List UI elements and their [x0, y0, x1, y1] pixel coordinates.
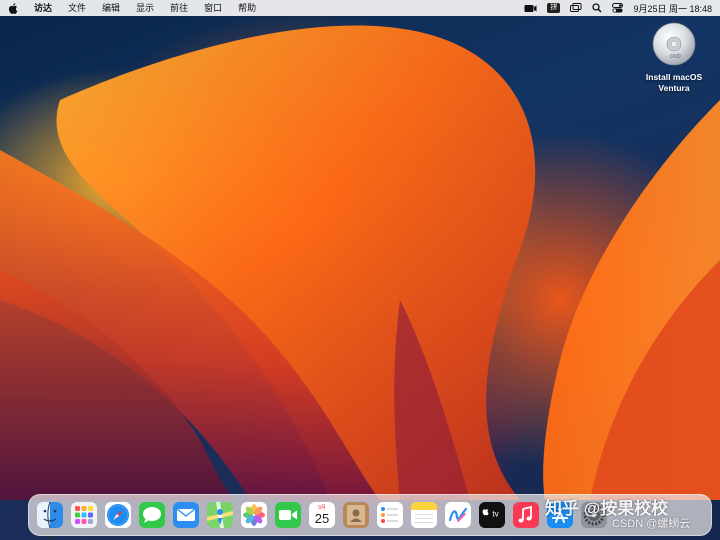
menu-help[interactable]: 帮助 [230, 0, 264, 16]
install-macos-ventura-disk[interactable]: DVD Install macOS Ventura [636, 22, 712, 94]
finder-running-indicator [49, 536, 52, 539]
dvd-disc-text: DVD [670, 54, 681, 60]
dock-music[interactable] [510, 499, 542, 531]
search-icon[interactable] [592, 3, 602, 13]
menu-window[interactable]: 窗口 [196, 0, 230, 16]
notes-icon [411, 502, 437, 528]
calendar-icon: 9月 25 [309, 502, 335, 528]
installer-label-line1: Install macOS [645, 72, 703, 82]
dock-photos[interactable] [238, 499, 270, 531]
menu-edit[interactable]: 编辑 [94, 0, 128, 16]
messages-icon [139, 502, 165, 528]
dock-messages[interactable] [136, 499, 168, 531]
menu-bar: 访达 文件 编辑 显示 前往 窗口 帮助 拼 9月25日 周一 18:48 [0, 0, 720, 16]
mail-icon [173, 502, 199, 528]
calendar-day-text: 25 [315, 511, 329, 526]
menu-go[interactable]: 前往 [162, 0, 196, 16]
music-icon [513, 502, 539, 528]
dock-finder[interactable] [34, 499, 66, 539]
dock-mail[interactable] [170, 499, 202, 531]
freeform-icon [445, 502, 471, 528]
finder-icon [37, 501, 63, 529]
apple-menu-icon[interactable] [0, 0, 26, 16]
launchpad-icon [71, 502, 97, 528]
menu-bar-clock[interactable]: 9月25日 周一 18:48 [633, 2, 712, 15]
control-center-icon[interactable] [612, 3, 624, 13]
facetime-icon [275, 502, 301, 528]
watermark-csdn: CSDN @螺蛳云 [612, 518, 691, 530]
reminders-icon [377, 502, 403, 528]
photos-icon [241, 502, 267, 528]
dock-reminders[interactable] [374, 499, 406, 531]
safari-icon [105, 502, 131, 528]
tv-label-text: tv [492, 510, 498, 519]
dock-freeform[interactable] [442, 499, 474, 531]
dvd-disc-icon: DVD [652, 22, 696, 66]
dock-maps[interactable] [204, 499, 236, 531]
dock-safari[interactable] [102, 499, 134, 531]
installer-label-line2: Ventura [658, 83, 690, 93]
dock-notes[interactable] [408, 499, 440, 531]
input-method-icon[interactable]: 拼 [547, 3, 561, 13]
display-mirroring-icon[interactable] [570, 3, 582, 13]
menu-file[interactable]: 文件 [60, 0, 94, 16]
dock-tv[interactable]: tv [476, 499, 508, 531]
dock-facetime[interactable] [272, 499, 304, 531]
maps-icon [207, 502, 233, 528]
menu-view[interactable]: 显示 [128, 0, 162, 16]
dock-contacts[interactable] [340, 499, 372, 531]
screen-record-icon[interactable] [524, 4, 537, 13]
wallpaper-shapes [0, 25, 720, 500]
desktop-wallpaper [0, 0, 720, 540]
dock-calendar[interactable]: 9月 25 [306, 499, 338, 531]
contacts-icon [343, 502, 369, 528]
menu-app-finder[interactable]: 访达 [26, 0, 60, 16]
dock-launchpad[interactable] [68, 499, 100, 531]
tv-icon: tv [479, 502, 505, 528]
